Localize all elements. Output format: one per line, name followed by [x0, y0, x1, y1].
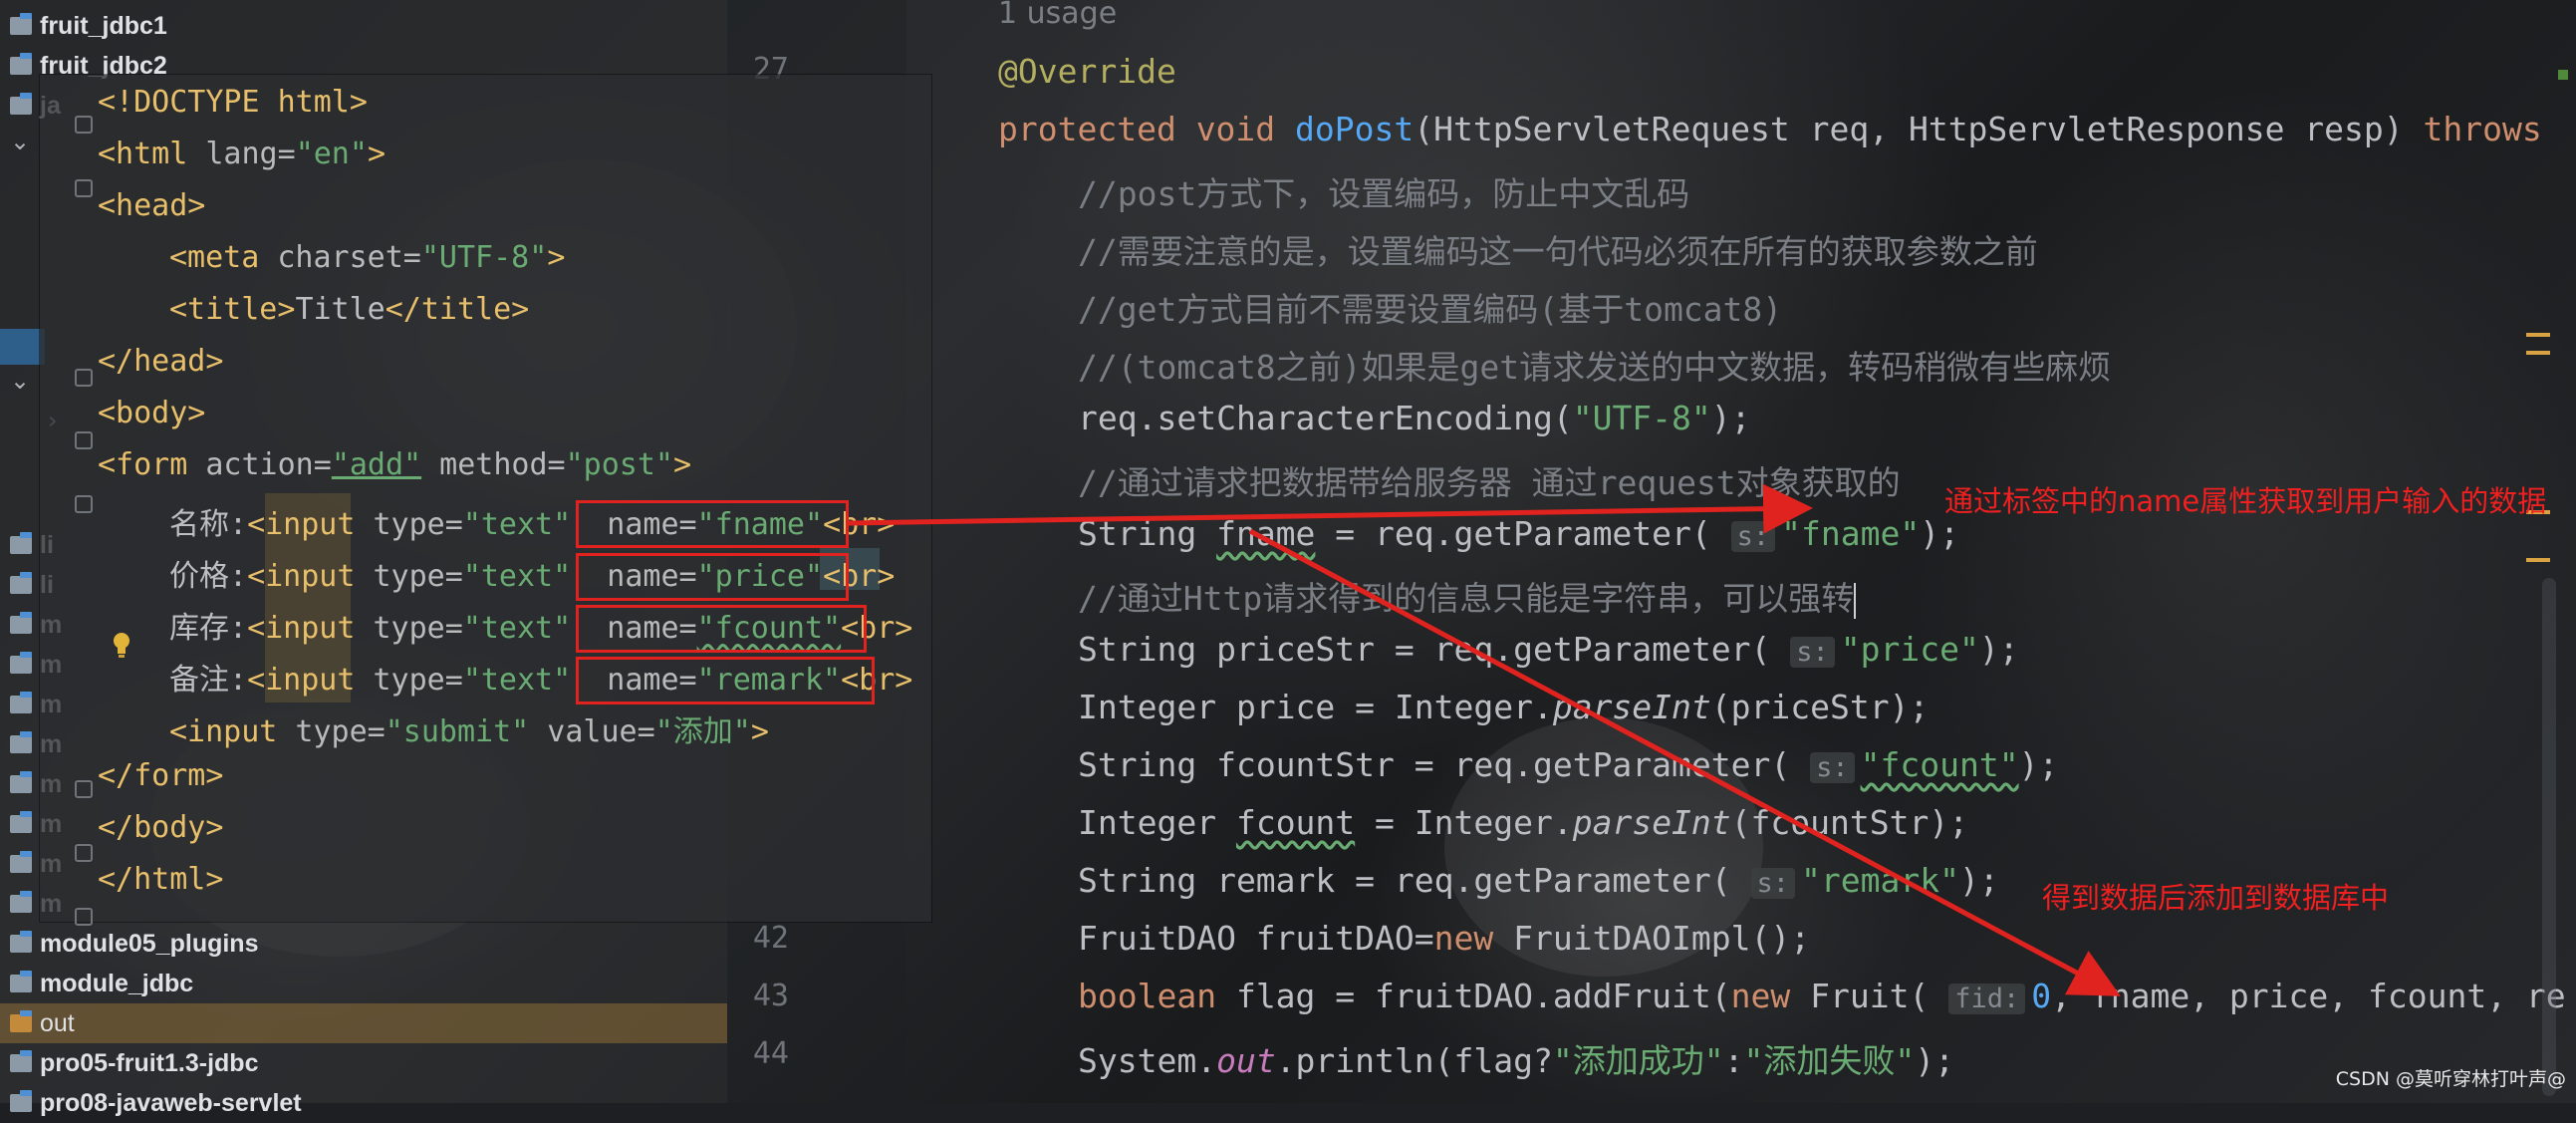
annotation-label-add-to-db: 得到数据后添加到数据库中	[2042, 881, 2390, 915]
annotation-label-name-attr: 通过标签中的name属性获取到用户输入的数据	[1944, 484, 2547, 518]
arrow-name-to-getparameter	[848, 483, 1813, 534]
annotation-arrows	[848, 483, 2121, 996]
csdn-watermark: CSDN @莫听穿林打叶声@	[2335, 1068, 2566, 1090]
arrow-data-to-database	[1248, 528, 2121, 996]
